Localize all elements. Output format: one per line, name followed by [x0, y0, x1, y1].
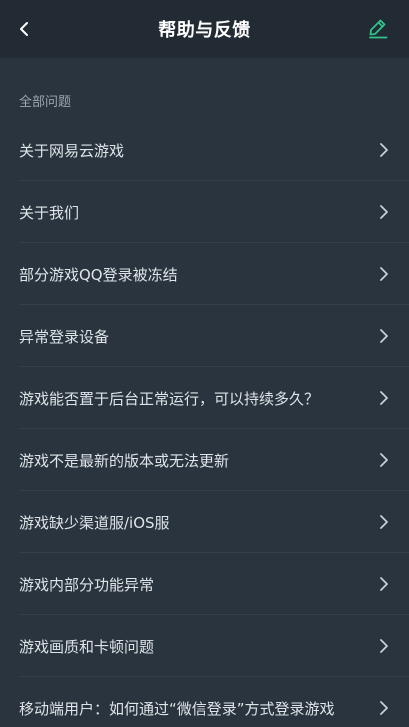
chevron-left-icon [20, 22, 28, 36]
chevron-right-icon [380, 205, 388, 219]
list-item-label: 游戏能否置于后台正常运行，可以持续多久？ [19, 389, 320, 408]
section-label-all-questions: 全部问题 [19, 95, 72, 110]
pencil-edit-icon [369, 19, 388, 39]
list-item-label: 游戏画质和卡顿问题 [19, 637, 155, 656]
list-item-label: 关于我们 [19, 203, 80, 222]
list-item-label: 关于网易云游戏 [19, 141, 125, 160]
chevron-right-icon [380, 577, 388, 591]
page-title: 帮助与反馈 [158, 20, 251, 41]
list-item[interactable]: 关于我们 [0, 181, 409, 243]
chevron-right-icon [380, 329, 388, 343]
chevron-right-icon [380, 639, 388, 653]
top-bar: 帮助与反馈 [0, 0, 409, 58]
list-item-label: 部分游戏QQ登录被冻结 [19, 265, 178, 284]
list-item-label: 移动端用户：如何通过“微信登录”方式登录游戏 [19, 699, 335, 718]
list-item[interactable]: 关于网易云游戏 [0, 119, 409, 181]
list-item-label: 游戏缺少渠道服/iOS服 [19, 513, 170, 532]
help-feedback-screen: 帮助与反馈 全部问题 关于网易云游戏 关于我们 部分游戏QQ登录被冻结 异常登录… [0, 0, 409, 727]
list-item-label: 异常登录设备 [19, 327, 110, 346]
list-item[interactable]: 游戏缺少渠道服/iOS服 [0, 491, 409, 553]
list-item[interactable]: 异常登录设备 [0, 305, 409, 367]
chevron-right-icon [380, 143, 388, 157]
list-item[interactable]: 移动端用户：如何通过“微信登录”方式登录游戏 [0, 677, 409, 727]
question-list: 关于网易云游戏 关于我们 部分游戏QQ登录被冻结 异常登录设备 游戏能否置于后台… [0, 119, 409, 727]
list-item-label: 游戏内部分功能异常 [19, 575, 155, 594]
chevron-right-icon [380, 453, 388, 467]
list-item-label: 游戏不是最新的版本或无法更新 [19, 451, 230, 470]
list-item[interactable]: 游戏不是最新的版本或无法更新 [0, 429, 409, 491]
list-item[interactable]: 游戏能否置于后台正常运行，可以持续多久？ [0, 367, 409, 429]
edit-feedback-button[interactable] [365, 15, 391, 41]
list-item[interactable]: 游戏画质和卡顿问题 [0, 615, 409, 677]
chevron-right-icon [380, 391, 388, 405]
list-item[interactable]: 部分游戏QQ登录被冻结 [0, 243, 409, 305]
back-button[interactable] [10, 14, 38, 44]
chevron-right-icon [380, 267, 388, 281]
list-item[interactable]: 游戏内部分功能异常 [0, 553, 409, 615]
chevron-right-icon [380, 701, 388, 715]
chevron-right-icon [380, 515, 388, 529]
